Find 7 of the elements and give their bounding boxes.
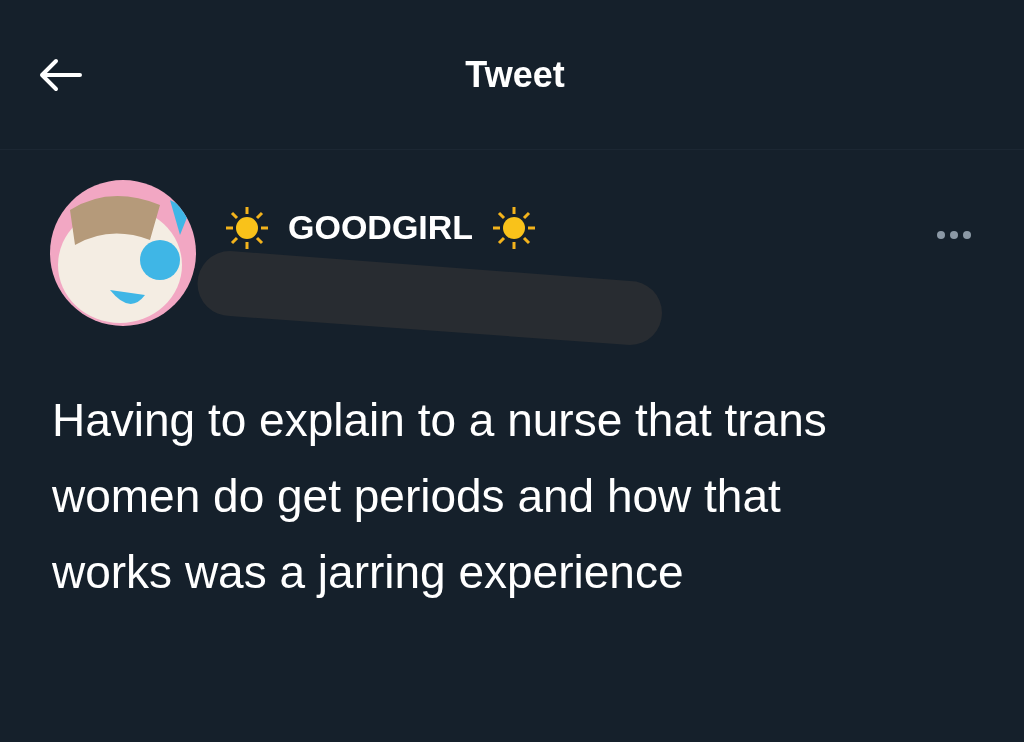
page-title: Tweet — [465, 52, 565, 97]
back-arrow-icon[interactable] — [38, 57, 82, 92]
sun-icon — [491, 204, 538, 251]
more-icon[interactable] — [936, 230, 972, 240]
tweet-text: Having to explain to a nurse that trans women do get periods and how that works was a jarring experience — [51, 393, 828, 600]
display-name[interactable]: GOODGIRL — [288, 202, 474, 253]
sun-icon — [224, 204, 270, 251]
